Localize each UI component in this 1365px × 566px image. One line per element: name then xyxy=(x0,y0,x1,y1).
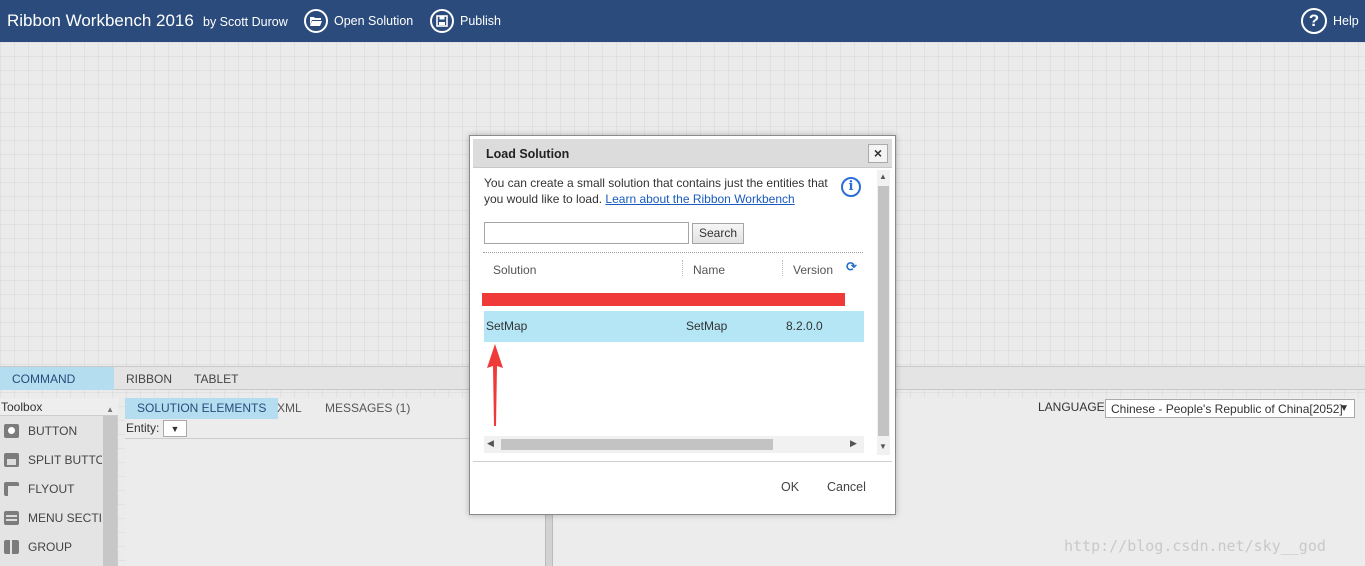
toolbox-item-button[interactable]: BUTTON xyxy=(4,419,102,443)
cell-name: SetMap xyxy=(686,319,728,333)
solution-grid-header: Solution Name Version ⟳ xyxy=(483,252,863,285)
scroll-thumb[interactable] xyxy=(501,439,773,450)
scroll-left-icon[interactable]: ◀ xyxy=(487,438,494,449)
close-icon[interactable]: × xyxy=(868,144,888,163)
help-label: Help xyxy=(1333,14,1359,28)
scroll-down-icon[interactable]: ▼ xyxy=(879,442,887,451)
open-solution-label: Open Solution xyxy=(334,14,414,28)
help-button[interactable]: ? Help xyxy=(1301,7,1359,35)
app-author: by Scott Durow xyxy=(203,15,288,29)
folder-open-icon xyxy=(304,9,328,33)
column-header-version[interactable]: Version xyxy=(783,263,833,277)
toolbox-scrollbar[interactable] xyxy=(103,416,117,566)
help-question-icon: ? xyxy=(1301,8,1327,34)
toolbox-item-group[interactable]: GROUP xyxy=(4,535,102,559)
watermark: http://blog.csdn.net/sky__god xyxy=(1064,537,1326,555)
chevron-down-icon: ▼ xyxy=(1339,403,1349,414)
toolbox-title: Toolbox ▲ xyxy=(0,398,118,416)
refresh-icon[interactable]: ⟳ xyxy=(846,259,857,275)
toolbox-title-text: Toolbox xyxy=(1,400,43,414)
dialog-description: You can create a small solution that con… xyxy=(484,175,834,207)
language-label: LANGUAGE: xyxy=(1038,400,1109,414)
cell-version: 8.2.0.0 xyxy=(786,319,823,333)
annotation-red-bar xyxy=(482,293,845,306)
tab-command-bar[interactable]: COMMAND BAR xyxy=(0,367,114,410)
toolbox-item-menu-section[interactable]: MENU SECTION xyxy=(4,506,102,530)
split-button-icon xyxy=(4,453,19,467)
app-title: Ribbon Workbench 2016 xyxy=(7,11,194,30)
toolbox-item-label: GROUP xyxy=(28,540,73,554)
tab-messages[interactable]: MESSAGES (1) xyxy=(313,398,422,419)
entity-label: Entity: xyxy=(126,421,160,435)
open-solution-button[interactable]: Open Solution xyxy=(304,7,413,35)
scroll-thumb[interactable] xyxy=(878,186,889,436)
toolbox-item-label: SPLIT BUTTON xyxy=(28,453,102,467)
publish-button[interactable]: Publish xyxy=(430,7,501,35)
publish-label: Publish xyxy=(460,14,501,28)
table-row[interactable]: SetMap SetMap 8.2.0.0 xyxy=(484,311,864,342)
toolbox-panel: Toolbox ▲ BUTTON SPLIT BUTTON FLYOUT MEN… xyxy=(0,398,118,566)
column-header-solution[interactable]: Solution xyxy=(483,263,536,277)
entity-dropdown[interactable]: ▼ xyxy=(163,420,187,437)
top-bar: Ribbon Workbench 2016 by Scott Durow Ope… xyxy=(0,0,1365,42)
load-solution-dialog: Load Solution × You can create a small s… xyxy=(469,135,896,515)
tab-xml[interactable]: XML xyxy=(265,398,314,419)
menu-section-icon xyxy=(4,511,19,525)
ok-button[interactable]: OK xyxy=(781,480,799,494)
language-dropdown[interactable]: Chinese - People's Republic of China[205… xyxy=(1105,399,1355,418)
tab-ribbon[interactable]: RIBBON xyxy=(114,367,184,390)
annotation-arrow-icon xyxy=(487,344,503,426)
tab-tablet[interactable]: TABLET xyxy=(182,367,250,390)
group-icon xyxy=(4,540,19,554)
button-icon xyxy=(4,424,19,438)
flyout-icon xyxy=(4,482,19,496)
toolbox-item-flyout[interactable]: FLYOUT xyxy=(4,477,102,501)
column-header-name[interactable]: Name xyxy=(683,263,725,277)
search-input[interactable] xyxy=(484,222,689,244)
search-button[interactable]: Search xyxy=(692,223,744,244)
save-disk-icon xyxy=(430,9,454,33)
cancel-button[interactable]: Cancel xyxy=(827,480,866,494)
dialog-divider xyxy=(473,461,892,462)
horizontal-scrollbar[interactable]: ◀ ▶ xyxy=(484,436,864,453)
toolbox-item-label: FLYOUT xyxy=(28,482,75,496)
info-icon: i xyxy=(841,177,861,197)
cell-solution: SetMap xyxy=(486,319,528,333)
toolbox-item-split-button[interactable]: SPLIT BUTTON xyxy=(4,448,102,472)
scroll-up-icon[interactable]: ▲ xyxy=(879,172,887,181)
learn-more-link[interactable]: Learn about the Ribbon Workbench xyxy=(605,192,794,206)
scroll-right-icon[interactable]: ▶ xyxy=(850,438,857,449)
dialog-title: Load Solution xyxy=(486,147,570,161)
dialog-header: Load Solution × xyxy=(473,139,892,168)
panel-splitter[interactable] xyxy=(545,514,553,566)
toolbox-item-label: MENU SECTION xyxy=(28,511,102,525)
tab-solution-elements[interactable]: SOLUTION ELEMENTS xyxy=(125,398,279,419)
toolbox-item-label: BUTTON xyxy=(28,424,78,438)
vertical-scrollbar[interactable]: ▲ ▼ xyxy=(877,170,890,455)
language-value: Chinese - People's Republic of China[205… xyxy=(1111,402,1343,416)
